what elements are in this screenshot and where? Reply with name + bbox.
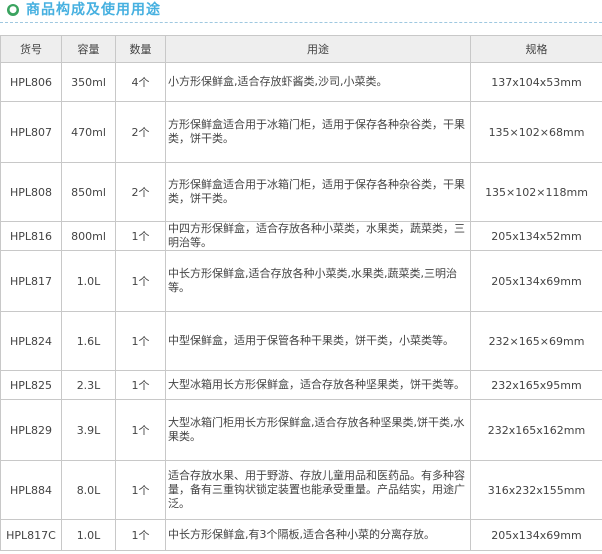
cell-item-no: HPL884 — [0, 460, 62, 520]
cell-usage: 方形保鲜盒适合用于冰箱门柜，适用于保存各种杂谷类，干果类，饼干类。 — [165, 101, 471, 163]
cell-item-no: HPL806 — [0, 62, 62, 102]
table-row: HPL825 2.3L 1个 大型冰箱用长方形保鲜盒，适合存放各种坚果类，饼干类… — [0, 370, 602, 400]
table-row: HPL884 8.0L 1个 适合存放水果、用于野游、存放儿童用品和医药品。有多… — [0, 460, 602, 520]
table-row: HPL824 1.6L 1个 中型保鲜盒，适用于保管各种干果类，饼干类，小菜类等… — [0, 311, 602, 371]
cell-capacity: 800ml — [61, 221, 116, 251]
cell-capacity: 8.0L — [61, 460, 116, 520]
cell-spec: 232x165x95mm — [470, 370, 602, 400]
cell-usage: 中长方形保鲜盒,适合存放各种小菜类,水果类,蔬菜类,三明治等。 — [165, 250, 471, 312]
cell-spec: 205x134x69mm — [470, 250, 602, 312]
cell-usage: 方形保鲜盒适合用于冰箱门柜，适用于保存各种杂谷类，干果类，饼干类。 — [165, 162, 471, 222]
table-header-row: 货号 容量 数量 用途 规格 — [0, 35, 602, 63]
product-table: 货号 容量 数量 用途 规格 HPL806 350ml 4个 小方形保鲜盒,适合… — [0, 35, 602, 551]
table-row: HPL816 800ml 1个 中四方形保鲜盒，适合存放各种小菜类，水果类，蔬菜… — [0, 221, 602, 251]
col-header-capacity: 容量 — [61, 35, 116, 63]
cell-item-no: HPL807 — [0, 101, 62, 163]
cell-usage: 大型冰箱用长方形保鲜盒，适合存放各种坚果类，饼干类等。 — [165, 370, 471, 400]
table-row: HPL829 3.9L 1个 大型冰箱门柜用长方形保鲜盒,适合存放各种坚果类,饼… — [0, 399, 602, 461]
cell-capacity: 850ml — [61, 162, 116, 222]
cell-capacity: 1.0L — [61, 250, 116, 312]
cell-quantity: 1个 — [115, 250, 166, 312]
cell-capacity: 470ml — [61, 101, 116, 163]
cell-item-no: HPL817 — [0, 250, 62, 312]
table-row: HPL807 470ml 2个 方形保鲜盒适合用于冰箱门柜，适用于保存各种杂谷类… — [0, 101, 602, 163]
cell-item-no: HPL824 — [0, 311, 62, 371]
cell-quantity: 1个 — [115, 221, 166, 251]
cell-usage: 大型冰箱门柜用长方形保鲜盒,适合存放各种坚果类,饼干类,水果类。 — [165, 399, 471, 461]
cell-item-no: HPL825 — [0, 370, 62, 400]
cell-item-no: HPL817C — [0, 519, 62, 551]
table-row: HPL817C 1.0L 1个 中长方形保鲜盒,有3个隔板,适合各种小菜的分离存… — [0, 519, 602, 551]
cell-spec: 316x232x155mm — [470, 460, 602, 520]
cell-quantity: 1个 — [115, 519, 166, 551]
cell-quantity: 1个 — [115, 460, 166, 520]
cell-quantity: 4个 — [115, 62, 166, 102]
cell-spec: 205x134x52mm — [470, 221, 602, 251]
col-header-quantity: 数量 — [115, 35, 166, 63]
table-row: HPL808 850ml 2个 方形保鲜盒适合用于冰箱门柜，适用于保存各种杂谷类… — [0, 162, 602, 222]
cell-usage: 中型保鲜盒，适用于保管各种干果类，饼干类，小菜类等。 — [165, 311, 471, 371]
cell-quantity: 1个 — [115, 399, 166, 461]
bullet-icon: ● — [7, 4, 19, 16]
cell-spec: 137x104x53mm — [470, 62, 602, 102]
col-header-usage: 用途 — [165, 35, 471, 63]
cell-capacity: 1.6L — [61, 311, 116, 371]
cell-usage: 小方形保鲜盒,适合存放虾酱类,沙司,小菜类。 — [165, 62, 471, 102]
cell-quantity: 2个 — [115, 101, 166, 163]
cell-spec: 205x134x69mm — [470, 519, 602, 551]
cell-spec: 135×102×118mm — [470, 162, 602, 222]
cell-spec: 232x165x162mm — [470, 399, 602, 461]
section-header: ● 商品构成及使用用途 — [0, 0, 602, 23]
cell-capacity: 3.9L — [61, 399, 116, 461]
cell-item-no: HPL816 — [0, 221, 62, 251]
cell-capacity: 2.3L — [61, 370, 116, 400]
cell-capacity: 350ml — [61, 62, 116, 102]
cell-usage: 中四方形保鲜盒，适合存放各种小菜类，水果类，蔬菜类，三明治等。 — [165, 221, 471, 251]
cell-quantity: 1个 — [115, 311, 166, 371]
cell-quantity: 1个 — [115, 370, 166, 400]
col-header-spec: 规格 — [470, 35, 602, 63]
cell-capacity: 1.0L — [61, 519, 116, 551]
cell-quantity: 2个 — [115, 162, 166, 222]
cell-usage: 适合存放水果、用于野游、存放儿童用品和医药品。有多种容量，备有三重钩状锁定装置也… — [165, 460, 471, 520]
cell-item-no: HPL829 — [0, 399, 62, 461]
section-title: 商品构成及使用用途 — [26, 2, 161, 18]
cell-usage: 中长方形保鲜盒,有3个隔板,适合各种小菜的分离存放。 — [165, 519, 471, 551]
table-row: HPL817 1.0L 1个 中长方形保鲜盒,适合存放各种小菜类,水果类,蔬菜类… — [0, 250, 602, 312]
table-row: HPL806 350ml 4个 小方形保鲜盒,适合存放虾酱类,沙司,小菜类。 1… — [0, 62, 602, 102]
cell-spec: 232×165×69mm — [470, 311, 602, 371]
col-header-item-no: 货号 — [0, 35, 62, 63]
cell-spec: 135×102×68mm — [470, 101, 602, 163]
cell-item-no: HPL808 — [0, 162, 62, 222]
